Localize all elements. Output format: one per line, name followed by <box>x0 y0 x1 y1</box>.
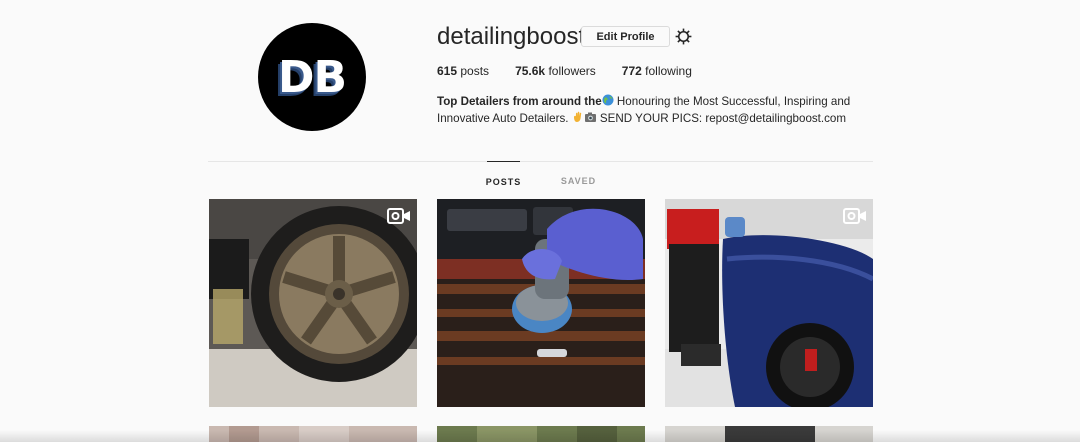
video-camera-icon <box>387 208 410 224</box>
profile-username: detailingboost <box>437 23 586 50</box>
bottom-shadow <box>0 430 1080 442</box>
tabs-divider <box>208 161 873 162</box>
followers-count: 75.6k <box>515 64 546 78</box>
tab-saved[interactable]: SAVED <box>561 161 596 201</box>
bio-line2-post: SEND YOUR PICS: repost@detailingboost.co… <box>596 112 847 125</box>
hand-emoji-icon <box>573 111 581 122</box>
post-tile[interactable] <box>209 199 417 407</box>
bio-bold-text: Top Detailers from around the <box>437 95 602 108</box>
post-image-wheel <box>209 199 417 407</box>
tab-posts[interactable]: POSTS <box>486 161 520 201</box>
following-count: 772 <box>621 64 642 78</box>
avatar-logo-text: DB <box>277 51 347 103</box>
profile-stats: 615 posts 75.6k followers 772 following <box>437 64 718 78</box>
following-label: following <box>645 64 692 78</box>
following-stat[interactable]: 772 following <box>622 64 692 78</box>
post-tile[interactable] <box>665 199 873 407</box>
posts-count: 615 <box>437 64 458 78</box>
post-image-blue-car <box>665 199 873 407</box>
bio-line1-rest: Honouring the Most Successful, Inspiring… <box>613 95 851 108</box>
profile-avatar[interactable]: DB <box>258 23 366 131</box>
bio-line2-pre: Innovative Auto Detailers. <box>437 112 572 125</box>
globe-emoji-icon <box>602 94 614 106</box>
post-image-interior <box>437 199 645 407</box>
camera-emoji-icon <box>584 112 596 122</box>
followers-label: followers <box>548 64 596 78</box>
posts-label: posts <box>460 64 490 78</box>
profile-bio: Top Detailers from around the Honouring … <box>437 93 857 127</box>
edit-profile-button[interactable]: Edit Profile <box>581 26 670 47</box>
video-camera-icon <box>843 208 866 224</box>
post-tile[interactable] <box>437 199 645 407</box>
followers-stat[interactable]: 75.6k followers <box>515 64 596 78</box>
gear-icon[interactable] <box>674 27 693 46</box>
posts-stat: 615 posts <box>437 64 489 78</box>
